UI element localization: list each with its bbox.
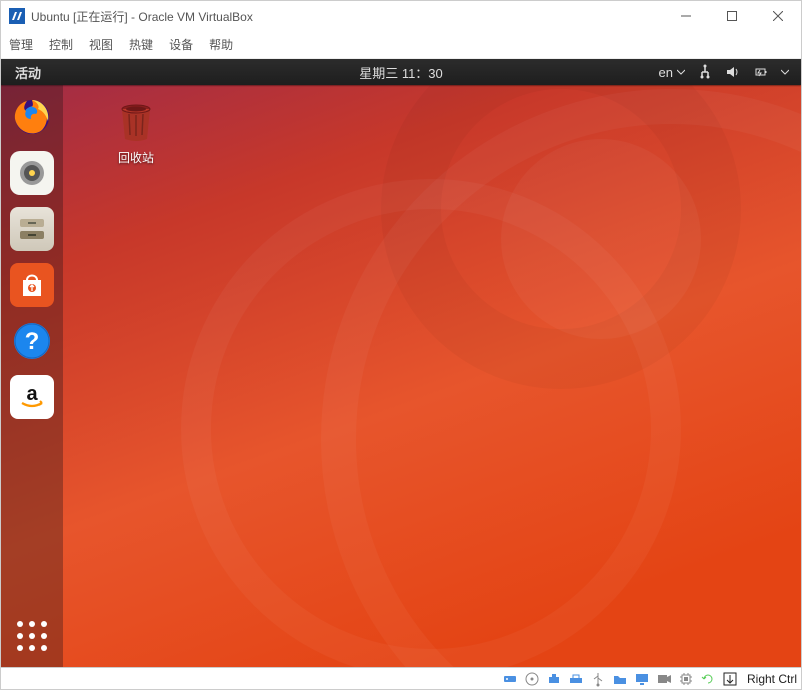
status-update-icon[interactable]: [699, 670, 717, 688]
menu-help[interactable]: 帮助: [209, 36, 233, 53]
status-cpu-icon[interactable]: [677, 670, 695, 688]
menu-manage[interactable]: 管理: [9, 36, 33, 53]
virtualbox-window: Ubuntu [正在运行] - Oracle VM VirtualBox 管理 …: [0, 0, 802, 690]
language-indicator[interactable]: en: [659, 65, 685, 80]
maximize-button[interactable]: [709, 1, 755, 31]
status-hdd-icon[interactable]: [501, 670, 519, 688]
status-mouse-integration-icon[interactable]: [721, 670, 739, 688]
host-titlebar: Ubuntu [正在运行] - Oracle VM VirtualBox: [1, 1, 801, 31]
status-net2-icon[interactable]: [567, 670, 585, 688]
status-net-icon[interactable]: [545, 670, 563, 688]
dock-firefox[interactable]: [10, 95, 54, 139]
chevron-down-icon: [677, 68, 685, 76]
speaker-icon: [14, 155, 50, 191]
firefox-icon: [12, 97, 52, 137]
dock-help[interactable]: ?: [10, 319, 54, 363]
status-shared-folder-icon[interactable]: [611, 670, 629, 688]
menu-view[interactable]: 视图: [89, 36, 113, 53]
status-cd-icon[interactable]: [523, 670, 541, 688]
ubuntu-topbar: 活动 星期三 11：30 en: [1, 59, 801, 85]
guest-display: 活动 星期三 11：30 en: [1, 59, 801, 667]
virtualbox-icon: [9, 8, 25, 24]
host-title: Ubuntu [正在运行] - Oracle VM VirtualBox: [31, 8, 663, 25]
battery-icon[interactable]: [753, 64, 769, 80]
svg-text:a: a: [26, 383, 38, 405]
file-cabinet-icon: [14, 211, 50, 247]
dock-rhythmbox[interactable]: [10, 151, 54, 195]
dock-software[interactable]: [10, 263, 54, 307]
menu-devices[interactable]: 设备: [169, 36, 193, 53]
system-menu-arrow-icon[interactable]: [781, 68, 789, 76]
close-button[interactable]: [755, 1, 801, 31]
trash-icon: [113, 99, 159, 145]
show-applications-button[interactable]: [17, 621, 47, 651]
ubuntu-dock: ? a: [1, 85, 63, 667]
volume-icon[interactable]: [725, 64, 741, 80]
activities-button[interactable]: 活动: [1, 63, 55, 82]
network-icon[interactable]: [697, 64, 713, 80]
virtualbox-statusbar: Right Ctrl: [1, 667, 801, 689]
menu-control[interactable]: 控制: [49, 36, 73, 53]
status-display-icon[interactable]: [633, 670, 651, 688]
help-icon: ?: [12, 321, 52, 361]
svg-text:?: ?: [25, 328, 40, 355]
host-menubar: 管理 控制 视图 热键 设备 帮助: [1, 31, 801, 59]
dock-files[interactable]: [10, 207, 54, 251]
desktop-trash[interactable]: 回收站: [101, 99, 171, 166]
amazon-icon: a: [14, 379, 50, 415]
status-record-icon[interactable]: [655, 670, 673, 688]
host-key-label: Right Ctrl: [747, 672, 797, 686]
dock-amazon[interactable]: a: [10, 375, 54, 419]
shopping-bag-icon: [17, 270, 47, 300]
menu-hotkeys[interactable]: 热键: [129, 36, 153, 53]
status-usb-icon[interactable]: [589, 670, 607, 688]
trash-label: 回收站: [118, 149, 154, 166]
minimize-button[interactable]: [663, 1, 709, 31]
